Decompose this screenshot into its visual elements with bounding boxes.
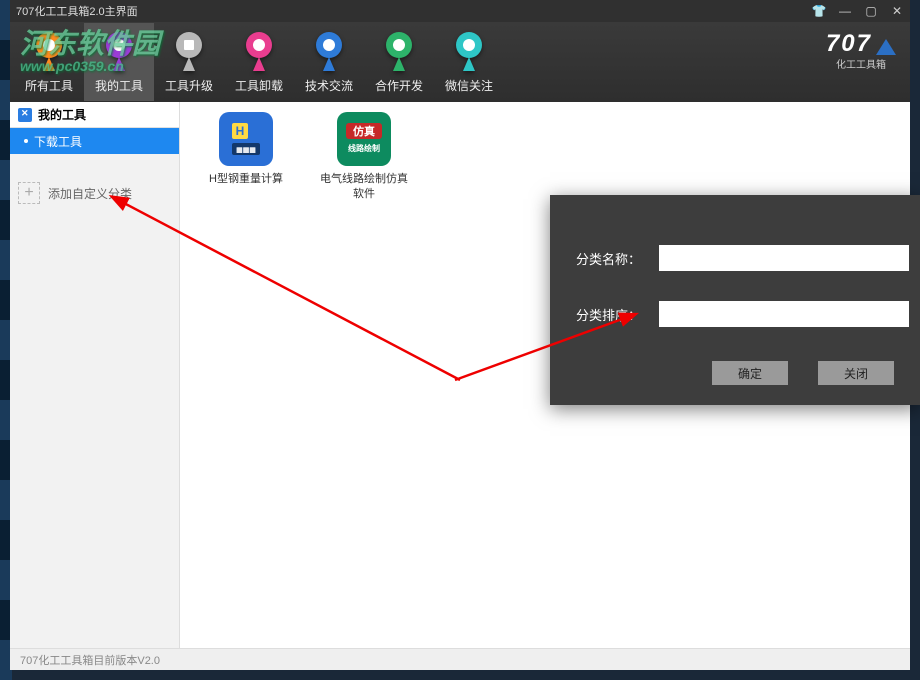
toolbar-label: 所有工具 xyxy=(25,77,73,94)
pin-icon-purple xyxy=(98,31,140,73)
sidebar-item-label: 下载工具 xyxy=(34,133,82,150)
pin-icon-blue xyxy=(308,31,350,73)
category-order-label: 分类排序： xyxy=(576,305,641,324)
sidebar-item-download-tools[interactable]: 下载工具 xyxy=(10,128,179,154)
tools-icon xyxy=(18,108,32,122)
sidebar-add-category[interactable]: + 添加自定义分类 xyxy=(18,182,171,204)
app-label: 电气线路绘制仿真软件 xyxy=(318,172,410,203)
close-window-button[interactable]: ✕ xyxy=(884,0,910,22)
toolbar-wechat[interactable]: 微信关注 xyxy=(434,23,504,101)
bullet-icon xyxy=(24,139,28,143)
app-label: H型钢重量计算 xyxy=(209,172,283,187)
category-name-label: 分类名称： xyxy=(576,249,641,268)
toolbar-uninstall[interactable]: 工具卸载 xyxy=(224,23,294,101)
dialog-buttons: 确定 关闭 xyxy=(550,361,894,385)
toolbar-label: 微信关注 xyxy=(445,77,493,94)
ok-button[interactable]: 确定 xyxy=(712,361,788,385)
app-icon-hsteel: H ▦▦▦ xyxy=(219,112,273,166)
brand-triangle-icon xyxy=(876,39,896,55)
app-tile-circuit[interactable]: 仿真线路绘制 电气线路绘制仿真软件 xyxy=(318,112,410,203)
svg-text:▦▦▦: ▦▦▦ xyxy=(236,147,256,154)
toolbar-label: 我的工具 xyxy=(95,77,143,94)
brand-number: 707 xyxy=(826,30,872,58)
category-order-input[interactable] xyxy=(659,301,909,327)
svg-text:仿真: 仿真 xyxy=(353,124,375,138)
category-name-input[interactable] xyxy=(659,245,909,271)
sidebar-header: 我的工具 xyxy=(10,102,179,128)
titlebar: 707化工工具箱2.0主界面 👕 — ▢ ✕ xyxy=(10,0,910,22)
toolbar-label: 技术交流 xyxy=(305,77,353,94)
pin-icon-green xyxy=(378,31,420,73)
brand-subtitle: 化工工具箱 xyxy=(826,56,896,71)
pin-icon-cyan xyxy=(448,31,490,73)
toolbar-all-tools[interactable]: 所有工具 xyxy=(14,23,84,101)
plus-icon: + xyxy=(18,182,40,204)
brand-logo: 707 化工工具箱 xyxy=(826,30,896,71)
close-button[interactable]: 关闭 xyxy=(818,361,894,385)
dialog-row-name: 分类名称： xyxy=(576,245,920,271)
minimize-button[interactable]: — xyxy=(832,0,858,22)
theme-button[interactable]: 👕 xyxy=(806,0,832,22)
toolbar-label: 合作开发 xyxy=(375,77,423,94)
app-tile-hsteel[interactable]: H ▦▦▦ H型钢重量计算 xyxy=(200,112,292,187)
sidebar-add-label: 添加自定义分类 xyxy=(48,185,132,202)
toolbar: 所有工具 我的工具 工具升级 工具卸载 技术交流 xyxy=(10,22,910,102)
sidebar-header-label: 我的工具 xyxy=(38,106,86,123)
toolbar-cooperate[interactable]: 合作开发 xyxy=(364,23,434,101)
pin-icon-gray xyxy=(168,31,210,73)
status-text: 707化工工具箱目前版本V2.0 xyxy=(20,652,160,668)
toolbar-upgrade[interactable]: 工具升级 xyxy=(154,23,224,101)
window-title: 707化工工具箱2.0主界面 xyxy=(16,3,138,19)
toolbar-forum[interactable]: 技术交流 xyxy=(294,23,364,101)
toolbar-my-tools[interactable]: 我的工具 xyxy=(84,23,154,101)
dialog-row-order: 分类排序： xyxy=(576,301,920,327)
window-controls: 👕 — ▢ ✕ xyxy=(806,0,910,22)
svg-text:线路绘制: 线路绘制 xyxy=(348,143,380,153)
app-icon-circuit: 仿真线路绘制 xyxy=(337,112,391,166)
svg-text:H: H xyxy=(236,124,245,138)
pin-icon-orange xyxy=(28,31,70,73)
statusbar: 707化工工具箱目前版本V2.0 xyxy=(10,648,910,670)
maximize-button[interactable]: ▢ xyxy=(858,0,884,22)
add-category-dialog: 分类名称： 分类排序： 确定 关闭 xyxy=(550,195,920,405)
sidebar: 我的工具 下载工具 + 添加自定义分类 xyxy=(10,102,180,648)
pin-icon-pink xyxy=(238,31,280,73)
toolbar-label: 工具卸载 xyxy=(235,77,283,94)
toolbar-label: 工具升级 xyxy=(165,77,213,94)
